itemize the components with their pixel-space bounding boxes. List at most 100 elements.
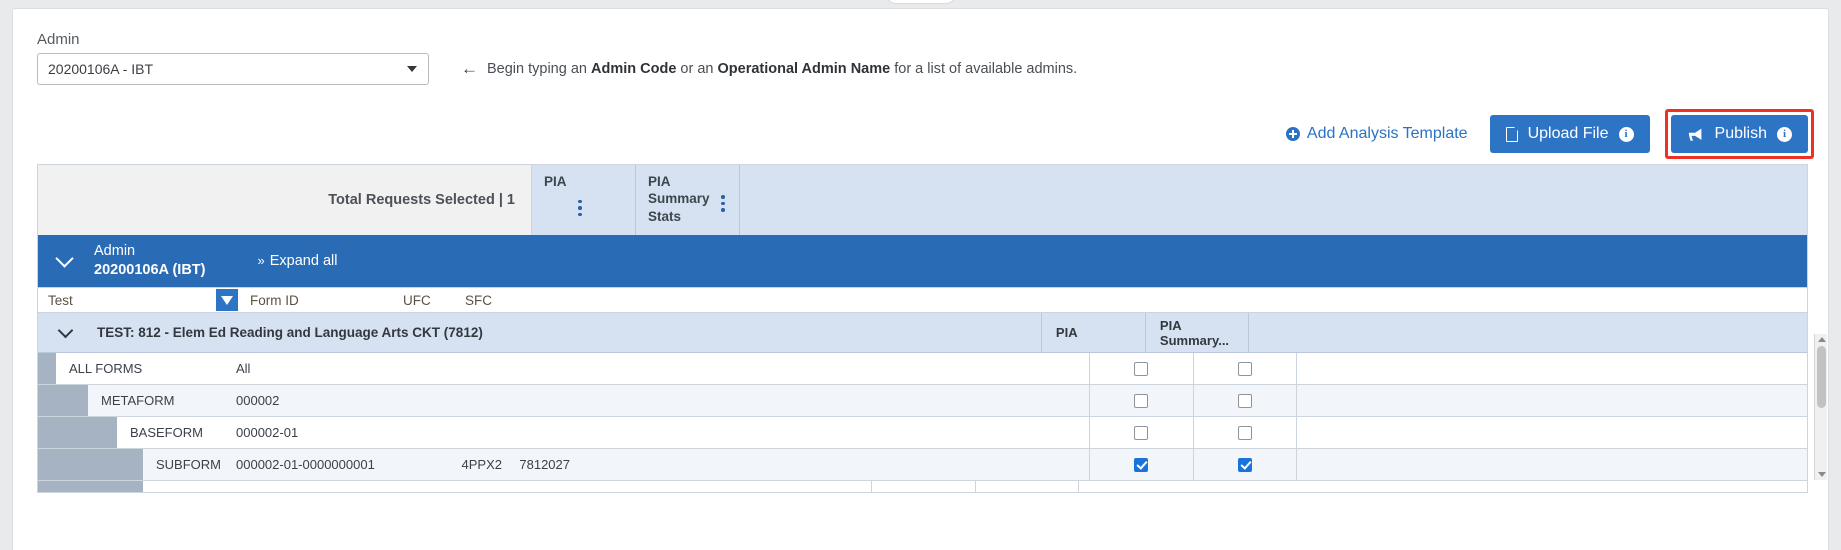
test-group-pia-header: PIA <box>1040 312 1145 353</box>
expand-all-button[interactable]: » Expand all <box>258 253 338 269</box>
publish-highlight-frame: Publish i <box>1664 109 1814 159</box>
app-window: Admin 20200106A - IBT ← Begin typing an A… <box>0 0 1841 550</box>
table-row[interactable]: SUBFORM 000002-01-0000000001 4PPX2 78120… <box>38 449 1807 481</box>
scroll-up-icon[interactable] <box>1818 337 1826 342</box>
content-card: Admin 20200106A - IBT ← Begin typing an A… <box>12 8 1829 550</box>
admin-select[interactable]: 20200106A - IBT <box>37 53 429 85</box>
column-header-pia-summary-stats: PIA Summary Stats <box>636 165 740 235</box>
pia-checkbox[interactable] <box>1134 425 1148 440</box>
row-form-id: 000002 <box>236 393 280 408</box>
hint-suffix: for a list of available admins. <box>890 61 1078 77</box>
row-filler <box>578 417 1089 448</box>
grid-column-headers: Test Form ID UFC SFC <box>38 287 1807 313</box>
row-tail <box>1079 481 1807 492</box>
admin-group-line2: 20200106A (IBT) <box>94 262 206 278</box>
row-type: BASEFORM <box>130 425 203 440</box>
pia-checkbox[interactable] <box>1134 393 1148 408</box>
pia-summary-checkbox[interactable] <box>1237 393 1252 408</box>
row-form-id: 000002-01-0000000001 <box>236 457 375 472</box>
row-indent <box>38 385 88 416</box>
row-sfc <box>502 417 578 448</box>
row-pia-cell[interactable] <box>1088 417 1193 448</box>
row-indent <box>38 417 117 448</box>
row-type: METAFORM <box>101 393 175 408</box>
add-analysis-template-button[interactable]: Add Analysis Template <box>1285 125 1468 143</box>
row-ufc: 4PPX2 <box>461 457 502 472</box>
grid-vertical-scrollbar[interactable] <box>1814 334 1827 480</box>
hint-prefix: Begin typing an <box>487 61 591 77</box>
arrow-left-icon: ← <box>461 59 478 78</box>
info-icon[interactable]: i <box>1777 126 1792 142</box>
requests-grid: Total Requests Selected | 1 PIA PIA Summ… <box>37 164 1808 493</box>
row-filler <box>578 449 1089 480</box>
double-chevron-down-icon: » <box>257 253 265 268</box>
row-form-id: 000002-01 <box>236 425 299 440</box>
chevron-down-icon[interactable] <box>55 249 74 268</box>
row-pia-summary-cell[interactable] <box>1192 385 1297 416</box>
row-pia-cell[interactable] <box>1088 385 1193 416</box>
megaphone-icon <box>1687 127 1705 142</box>
upload-file-label: Upload File <box>1527 125 1609 142</box>
row-pia-summary-cell[interactable] <box>1192 353 1297 384</box>
expand-all-label: Expand all <box>269 253 338 269</box>
publish-label: Publish <box>1714 125 1767 142</box>
column-header-sfc[interactable]: SFC <box>465 293 525 308</box>
row-ufc <box>416 417 502 448</box>
pia-summary-checkbox[interactable] <box>1237 361 1252 376</box>
grid-summary-header: Total Requests Selected | 1 PIA PIA Summ… <box>38 165 1807 235</box>
window-notch <box>885 0 956 4</box>
table-row[interactable]: BASEFORM 000002-01 <box>38 417 1807 449</box>
table-row[interactable]: METAFORM 000002 <box>38 385 1807 417</box>
scrollbar-thumb[interactable] <box>1817 346 1826 408</box>
row-filler <box>578 385 1089 416</box>
row-filler <box>143 481 871 492</box>
row-tail <box>1297 417 1808 448</box>
row-pia-summary-cell <box>975 481 1079 492</box>
pia-column-menu-icon[interactable] <box>578 199 582 220</box>
hint-bold-admin-code: Admin Code <box>591 61 677 77</box>
pia-summary-column-menu-icon[interactable] <box>721 195 725 215</box>
row-type: ALL FORMS <box>69 361 143 376</box>
column-header-pia: PIA <box>532 165 636 235</box>
admin-selector-block: Admin 20200106A - IBT <box>37 31 429 85</box>
row-form-id: All <box>236 361 251 376</box>
test-group-row: TEST: 812 - Elem Ed Reading and Language… <box>38 312 1807 353</box>
row-ufc <box>416 353 502 384</box>
column-header-test[interactable]: Test <box>38 293 216 308</box>
row-sfc <box>502 385 578 416</box>
row-tail <box>1297 353 1808 384</box>
hint-mid: or an <box>676 61 718 77</box>
chevron-down-icon[interactable] <box>57 322 74 338</box>
pia-summary-checkbox[interactable] <box>1237 457 1252 472</box>
row-indent <box>38 449 143 480</box>
row-pia-cell[interactable] <box>1088 353 1193 384</box>
test-filter-button[interactable] <box>216 289 238 311</box>
upload-file-button[interactable]: Upload File i <box>1489 115 1650 153</box>
row-pia-summary-cell[interactable] <box>1192 449 1297 480</box>
total-requests-selected: Total Requests Selected | 1 <box>38 165 532 235</box>
admin-group-band: Admin 20200106A (IBT) » Expand all <box>38 235 1807 287</box>
column-header-ufc[interactable]: UFC <box>403 293 465 308</box>
file-icon <box>1505 125 1519 142</box>
column-header-pia-label: PIA <box>544 174 567 189</box>
info-icon[interactable]: i <box>1618 126 1634 142</box>
scroll-down-icon[interactable] <box>1818 472 1826 477</box>
row-tail <box>1297 449 1808 480</box>
row-pia-cell[interactable] <box>1088 449 1193 480</box>
row-tail <box>1297 385 1808 416</box>
pia-summary-checkbox[interactable] <box>1237 425 1252 440</box>
pia-checkbox[interactable] <box>1134 457 1148 472</box>
admin-hint-text: ← Begin typing an Admin Code or an Operat… <box>461 58 1077 78</box>
table-row[interactable]: ALL FORMS All <box>38 353 1807 385</box>
publish-button[interactable]: Publish i <box>1670 115 1808 153</box>
table-row-partial <box>38 481 1807 493</box>
row-pia-summary-cell[interactable] <box>1192 417 1297 448</box>
row-ufc <box>416 385 502 416</box>
row-indent <box>38 481 143 492</box>
column-header-form-id[interactable]: Form ID <box>238 293 403 308</box>
pia-checkbox[interactable] <box>1134 361 1148 376</box>
admin-select-wrap: 20200106A - IBT <box>37 53 429 85</box>
row-pia-cell <box>871 481 975 492</box>
row-sfc <box>502 353 578 384</box>
row-filler <box>578 353 1089 384</box>
